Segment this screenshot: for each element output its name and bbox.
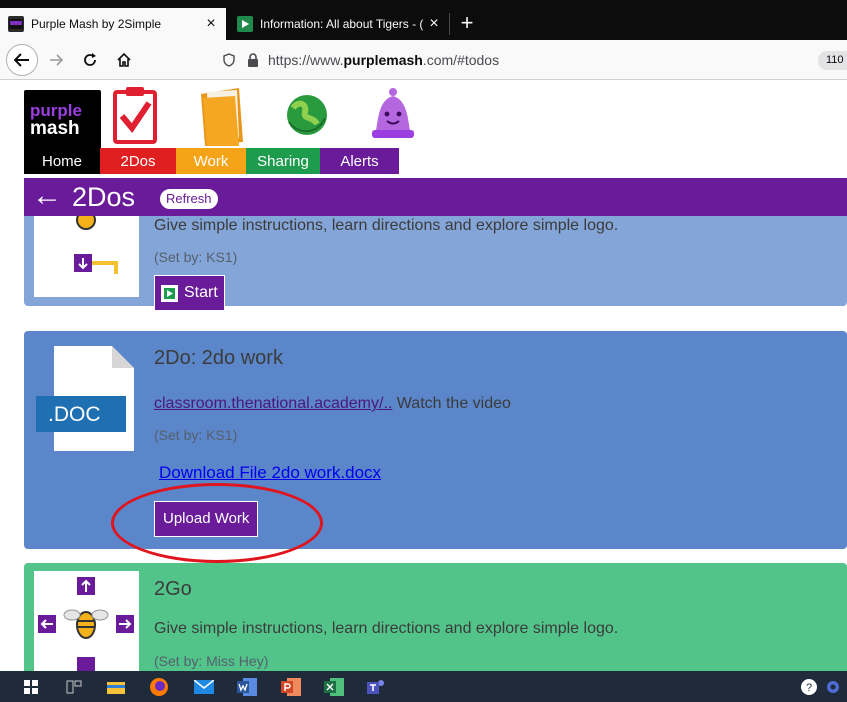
menu-alerts[interactable]: Alerts (320, 148, 399, 174)
todo-description: Give simple instructions, learn directio… (154, 620, 619, 637)
browser-tab-bar: Purple Mash by 2Simple × Information: Al… (0, 0, 847, 40)
set-by-label: (Set by: Miss Hey) (154, 653, 269, 669)
menu-2dos[interactable]: 2Dos (100, 148, 176, 174)
menu-sharing[interactable]: Sharing (246, 148, 320, 174)
clipboard-check-icon[interactable] (112, 86, 158, 149)
todo-card: Give simple instructions, learn directio… (24, 216, 847, 311)
url-text: https://www.purplemash.com/#todos (268, 52, 499, 68)
start-button[interactable]: Start (154, 275, 225, 311)
start-icon (161, 284, 178, 302)
excel-icon[interactable] (323, 676, 345, 698)
todo-title: 2Do: 2do work (154, 347, 283, 369)
todo-title: 2Go (154, 578, 192, 600)
windows-taskbar: ? (0, 671, 847, 702)
bee-directions-thumbnail-icon[interactable] (34, 571, 139, 671)
zoom-badge[interactable]: 110 (818, 51, 847, 70)
menu-home[interactable]: Home (24, 148, 100, 174)
main-menu: Home 2Dos Work Sharing Alerts (24, 148, 399, 174)
help-icon[interactable]: ? (798, 676, 820, 698)
tab-divider (449, 13, 450, 35)
todo-list: Give simple instructions, learn directio… (24, 216, 847, 671)
teams-icon[interactable] (366, 676, 388, 698)
tab-title: Information: All about Tigers - ( (260, 17, 423, 31)
logo-text-top: purple (30, 100, 82, 120)
file-explorer-icon[interactable] (105, 676, 127, 698)
page-title-bar: ← 2Dos Refresh (24, 178, 847, 216)
refresh-button[interactable]: Refresh (159, 188, 219, 210)
purple-mash-header: purple mash Home 2Dos Work Sharing Alert… (0, 81, 847, 178)
logo-text-bottom: mash (30, 117, 80, 139)
purple-mash-favicon-icon (8, 16, 24, 32)
url-bar[interactable]: https://www.purplemash.com/#todos (220, 45, 847, 75)
powerpoint-icon[interactable] (280, 676, 302, 698)
url-prefix: https://www. (268, 52, 344, 68)
home-icon[interactable] (108, 44, 140, 76)
reload-icon[interactable] (74, 44, 106, 76)
set-by-label: (Set by: KS1) (154, 249, 238, 265)
svg-text:?: ? (806, 682, 812, 694)
close-icon[interactable]: × (423, 15, 445, 33)
url-suffix: .com/#todos (422, 52, 500, 68)
back-arrow-icon[interactable]: ← (32, 179, 62, 213)
oak-academy-favicon-icon (237, 16, 253, 32)
bee-directions-thumbnail-icon[interactable] (34, 216, 139, 297)
screen: Purple Mash by 2Simple × Information: Al… (0, 0, 847, 702)
menu-work[interactable]: Work (176, 148, 246, 174)
video-link[interactable]: classroom.thenational.academy/.. (154, 395, 392, 412)
settings-icon[interactable] (822, 676, 844, 698)
windows-start-icon[interactable] (20, 676, 42, 698)
download-link[interactable]: Download File 2do work.docx (159, 463, 381, 483)
back-icon[interactable] (6, 44, 38, 76)
todo-description: Give simple instructions, learn directio… (154, 217, 619, 234)
page-title: 2Dos (72, 182, 136, 212)
set-by-label: (Set by: KS1) (154, 427, 238, 443)
lock-icon[interactable] (244, 51, 262, 69)
close-icon[interactable]: × (200, 15, 222, 33)
tab-tigers[interactable]: Information: All about Tigers - ( × (227, 8, 449, 40)
url-domain: purplemash (343, 52, 423, 68)
todo-description: classroom.thenational.academy/.. Watch t… (154, 395, 511, 413)
globe-icon[interactable] (283, 86, 331, 149)
forward-icon[interactable] (40, 44, 72, 76)
browser-nav-bar: https://www.purplemash.com/#todos 110 (0, 40, 847, 80)
todo-card-2do-work: .DOC 2Do: 2do work classroom.thenational… (24, 331, 847, 563)
shield-icon[interactable] (220, 51, 238, 69)
task-view-icon[interactable] (63, 676, 85, 698)
todo-description-text: Watch the video (392, 395, 511, 412)
upload-work-button[interactable]: Upload Work (154, 501, 259, 537)
todo-card-2go: 2Go Give simple instructions, learn dire… (24, 563, 847, 671)
new-tab-button[interactable]: + (454, 8, 480, 38)
doc-file-icon[interactable]: .DOC (34, 346, 139, 451)
tab-purple-mash[interactable]: Purple Mash by 2Simple × (0, 8, 226, 40)
bell-icon[interactable] (368, 86, 418, 151)
word-icon[interactable] (236, 676, 258, 698)
purple-mash-logo[interactable]: purple mash (24, 90, 101, 150)
doc-label: .DOC (48, 403, 101, 426)
mail-icon[interactable] (193, 676, 215, 698)
tab-title: Purple Mash by 2Simple (31, 17, 162, 31)
folder-icon[interactable] (199, 86, 245, 153)
firefox-icon[interactable] (148, 676, 170, 698)
start-label: Start (184, 284, 218, 301)
